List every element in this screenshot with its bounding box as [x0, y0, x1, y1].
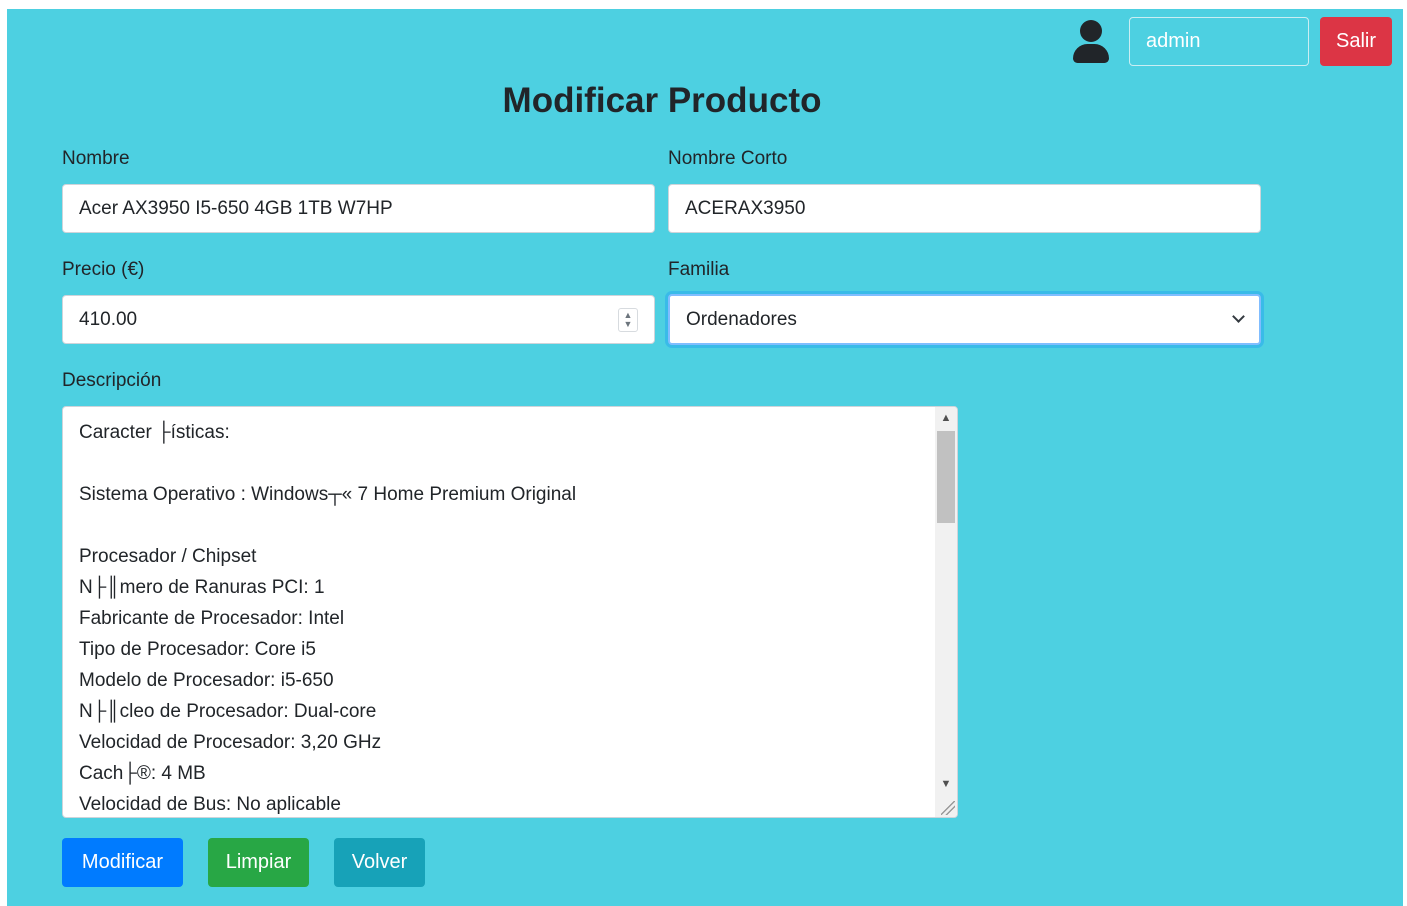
volver-button[interactable]: Volver [334, 838, 425, 887]
descripcion-line [79, 448, 929, 479]
nombre-corto-input[interactable]: ACERAX3950 [668, 184, 1261, 233]
nombre-label: Nombre [62, 148, 130, 169]
descripcion-label: Descripción [62, 370, 162, 391]
logout-button[interactable]: Salir [1320, 17, 1392, 66]
scrollbar[interactable]: ▲ ▼ [935, 407, 957, 817]
familia-label: Familia [668, 259, 730, 280]
descripcion-line: Caracter ├ísticas: [79, 422, 230, 443]
nombre-input[interactable]: Acer AX3950 I5-650 4GB 1TB W7HP [62, 184, 655, 233]
username-field: admin [1129, 17, 1309, 66]
descripcion-line: Tipo de Procesador: Core i5 [79, 639, 316, 660]
descripcion-line: N├║mero de Ranuras PCI: 1 [79, 577, 325, 598]
familia-value: Ordenadores [686, 308, 797, 330]
descripcion-line: Procesador / Chipset [79, 546, 257, 567]
descripcion-textarea[interactable]: Caracter ├ísticas: Sistema Operativo : W… [62, 406, 958, 818]
descripcion-line [79, 510, 929, 541]
descripcion-line: Velocidad de Procesador: 3,20 GHz [79, 732, 382, 753]
top-bar: admin Salir [1071, 17, 1392, 66]
descripcion-line: N├║cleo de Procesador: Dual-core [79, 701, 377, 722]
descripcion-line: Sistema Operativo : Windows┬« 7 Home Pre… [79, 484, 577, 505]
descripcion-line: Modelo de Procesador: i5-650 [79, 670, 334, 691]
precio-label: Precio (€) [62, 259, 145, 280]
precio-value: 410.00 [79, 308, 138, 330]
nombre-corto-label: Nombre Corto [668, 148, 788, 169]
scroll-down-icon[interactable]: ▼ [935, 773, 957, 795]
resize-grip-icon[interactable] [941, 801, 955, 815]
scrollbar-thumb[interactable] [937, 431, 955, 523]
page-frame: admin Salir Modificar Producto Nombre Ac… [7, 9, 1403, 906]
user-icon [1071, 19, 1111, 64]
precio-input[interactable]: 410.00 ▲ ▼ [62, 295, 655, 344]
nombre-corto-value: ACERAX3950 [685, 197, 806, 219]
chevron-down-icon [1232, 310, 1245, 323]
limpiar-button[interactable]: Limpiar [208, 838, 309, 887]
scroll-up-icon[interactable]: ▲ [935, 407, 957, 429]
modificar-button[interactable]: Modificar [62, 838, 183, 887]
familia-select[interactable]: Ordenadores [668, 294, 1261, 345]
descripcion-line: Fabricante de Procesador: Intel [79, 608, 345, 629]
descripcion-content: Caracter ├ísticas: Sistema Operativo : W… [79, 417, 929, 817]
descripcion-line: Velocidad de Bus: No aplicable [79, 794, 341, 815]
nombre-value: Acer AX3950 I5-650 4GB 1TB W7HP [79, 197, 393, 219]
descripcion-line: Cach├®: 4 MB [79, 763, 206, 784]
page-title: Modificar Producto [502, 81, 822, 120]
spinner-icon[interactable]: ▲ ▼ [618, 308, 638, 332]
